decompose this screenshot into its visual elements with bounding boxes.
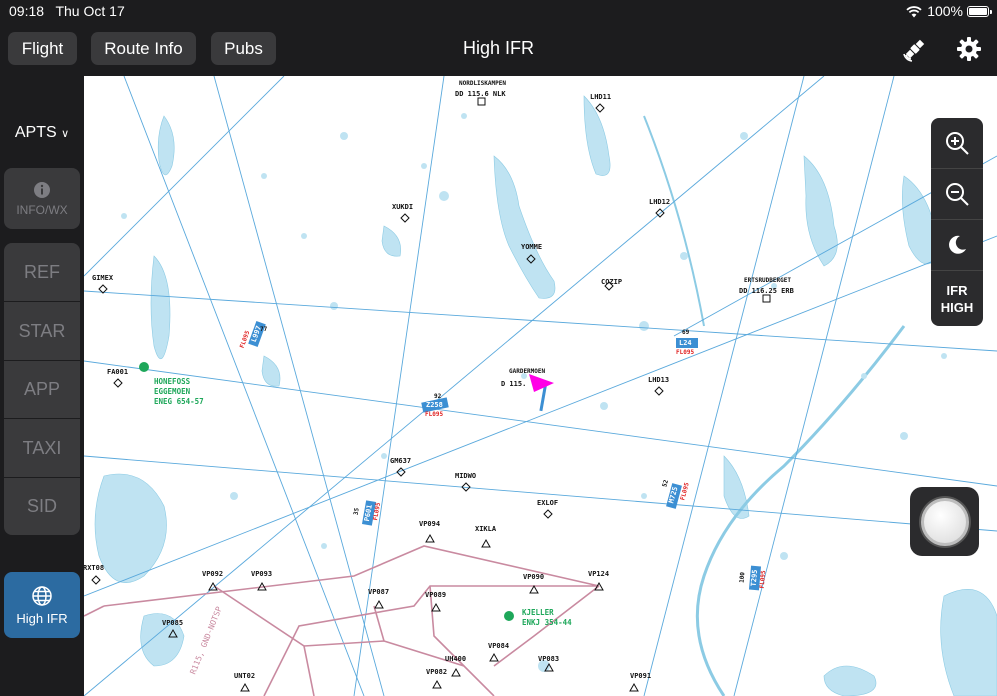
fix-exlof[interactable]: EXLOF bbox=[537, 499, 558, 507]
fix-vp093[interactable]: VP093 bbox=[251, 570, 272, 578]
zoom-out-icon bbox=[946, 183, 969, 206]
airway-l24[interactable]: L24 bbox=[679, 339, 692, 347]
fix-rxt08[interactable]: RXT08 bbox=[84, 564, 104, 572]
fix-gimex[interactable]: GIMEX bbox=[92, 274, 113, 282]
fix-fa001[interactable]: FA001 bbox=[107, 368, 128, 376]
airport-honefoss[interactable]: HONEFOSS EGGEMOEN ENEG 654-57 bbox=[154, 377, 204, 407]
fix-midwo[interactable]: MIDWO bbox=[455, 472, 476, 480]
fix-uh400[interactable]: UH400 bbox=[445, 655, 466, 663]
status-bar: 09:18 Thu Oct 17 100% bbox=[0, 0, 997, 22]
route-info-button[interactable]: Route Info bbox=[91, 32, 196, 65]
status-time: 09:18 Thu Oct 17 bbox=[9, 3, 125, 19]
airway-l24-fl: FL095 bbox=[676, 349, 695, 356]
battery-indicator: 100% bbox=[905, 3, 992, 19]
battery-icon bbox=[967, 5, 992, 17]
sidebar-item-star[interactable]: STAR bbox=[4, 302, 80, 360]
battery-percent: 100% bbox=[927, 3, 963, 19]
navaid-nlk-freq[interactable]: DD 115.6 NLK bbox=[455, 90, 506, 98]
sidebar-item-app[interactable]: APP bbox=[4, 361, 80, 418]
airway-l24-alt: 69 bbox=[682, 329, 690, 336]
airway-z258-fl: FL095 bbox=[425, 411, 444, 418]
record-button[interactable] bbox=[910, 487, 979, 556]
navaid-erb-name: ERTSRUDBERGET bbox=[744, 277, 791, 284]
fix-vp087[interactable]: VP087 bbox=[368, 588, 389, 596]
airway-l997-alt: 77 bbox=[260, 326, 268, 333]
fix-vp092[interactable]: VP092 bbox=[202, 570, 223, 578]
gear-icon[interactable] bbox=[954, 34, 984, 64]
globe-icon bbox=[32, 585, 52, 606]
fix-xikla[interactable]: XIKLA bbox=[475, 525, 496, 533]
navaid-gardermoen-freq[interactable]: D 115. bbox=[501, 380, 526, 388]
pubs-button[interactable]: Pubs bbox=[211, 32, 276, 65]
fix-vp083[interactable]: VP083 bbox=[538, 655, 559, 663]
sidebar-item-taxi[interactable]: TAXI bbox=[4, 419, 80, 477]
fix-vp090[interactable]: VP090 bbox=[523, 573, 544, 581]
fix-lhd13[interactable]: LHD13 bbox=[648, 376, 669, 384]
ownship-icon bbox=[529, 374, 554, 392]
sidebar: APTS ∨ INFO/WX REF STAR APP TAXI SID Hig… bbox=[0, 76, 84, 696]
info-wx-button[interactable]: INFO/WX bbox=[4, 168, 80, 229]
airway-p601-alt: 35 bbox=[352, 507, 361, 516]
ifr-chart-map[interactable]: XUKDI YOMME COZIP LHD11 LHD12 LHD13 GIME… bbox=[84, 76, 997, 696]
fix-yomme[interactable]: YOMME bbox=[521, 243, 542, 251]
zoom-in-button[interactable] bbox=[931, 118, 983, 169]
fix-lhd12[interactable]: LHD12 bbox=[649, 198, 670, 206]
navaid-gardermoen-name: GARDERMOEN bbox=[509, 368, 546, 375]
fix-unt02[interactable]: UNT02 bbox=[234, 672, 255, 680]
map-graphics bbox=[84, 76, 997, 696]
fix-gm637[interactable]: GM637 bbox=[390, 457, 411, 465]
fix-lhd11[interactable]: LHD11 bbox=[590, 93, 611, 101]
sidebar-item-ref[interactable]: REF bbox=[4, 243, 80, 301]
info-wx-label: INFO/WX bbox=[16, 202, 68, 217]
fix-cozip[interactable]: COZIP bbox=[601, 278, 622, 286]
high-ifr-label: High IFR bbox=[16, 610, 68, 626]
airway-z258[interactable]: Z258 bbox=[426, 401, 443, 409]
fix-vp084[interactable]: VP084 bbox=[488, 642, 509, 650]
airway-z258-alt: 92 bbox=[434, 393, 442, 400]
fix-vp124[interactable]: VP124 bbox=[588, 570, 609, 578]
zoom-out-button[interactable] bbox=[931, 169, 983, 220]
sidebar-item-sid[interactable]: SID bbox=[4, 478, 80, 535]
lake-1 bbox=[493, 155, 556, 299]
night-mode-button[interactable] bbox=[931, 220, 983, 271]
wifi-icon bbox=[906, 5, 922, 17]
flight-button[interactable]: Flight bbox=[8, 32, 77, 65]
fix-vp082[interactable]: VP082 bbox=[426, 668, 447, 676]
airport-kjeller[interactable]: KJELLER ENKJ 354-44 bbox=[522, 608, 572, 628]
fix-vp085[interactable]: VP085 bbox=[162, 619, 183, 627]
airway-t295[interactable]: T295 bbox=[750, 569, 759, 586]
zoom-in-icon bbox=[946, 132, 969, 155]
navaid-erb-freq[interactable]: DD 116.25 ERB bbox=[739, 287, 794, 295]
chart-layer-button[interactable]: IFR HIGH bbox=[931, 271, 983, 326]
record-button-knob bbox=[920, 497, 969, 546]
sidebar-item-high-ifr[interactable]: High IFR bbox=[4, 572, 80, 638]
chevron-down-icon: ∨ bbox=[61, 128, 70, 140]
map-controls: IFR HIGH bbox=[931, 118, 983, 326]
fix-vp091[interactable]: VP091 bbox=[630, 672, 651, 680]
airway-t295-alt: 100 bbox=[738, 571, 747, 584]
info-icon bbox=[34, 181, 50, 198]
moon-icon bbox=[949, 235, 966, 254]
top-bar: Flight Route Info Pubs High IFR bbox=[0, 22, 997, 76]
fix-vp094[interactable]: VP094 bbox=[419, 520, 440, 528]
app-root: 09:18 Thu Oct 17 100% Flight Route Info … bbox=[0, 0, 997, 696]
apts-dropdown[interactable]: APTS ∨ bbox=[0, 124, 84, 142]
fix-vp089[interactable]: VP089 bbox=[425, 591, 446, 599]
navaid-nlk-name: NORDLISKAMPEN bbox=[459, 80, 506, 87]
fix-xukdi[interactable]: XUKDI bbox=[392, 203, 413, 211]
satellite-icon[interactable] bbox=[900, 34, 930, 64]
